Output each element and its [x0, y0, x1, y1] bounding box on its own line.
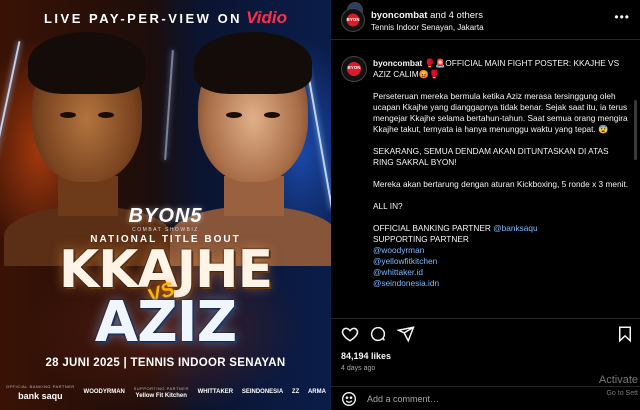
supporting-partners: SUPPORTING PARTNER Yellow Fit Kitchen [134, 386, 189, 399]
avatar-text: BYON [347, 65, 361, 70]
banking-label: OFFICIAL BANKING PARTNER [373, 223, 491, 233]
comment-input[interactable] [367, 391, 567, 407]
partner-logo: Yellow Fit Kitchen [135, 392, 187, 399]
share-icon[interactable] [396, 325, 415, 343]
fighter-eye [264, 112, 280, 118]
emoji-icon[interactable] [341, 391, 357, 407]
caption-paragraph: Mereka akan bertarung dengan aturan Kick… [373, 179, 629, 189]
bank-logo: bank saqu [18, 390, 63, 401]
post-actions: 84,194 likes 4 days ago [331, 318, 640, 386]
post-authors[interactable]: byoncombat and 4 others [371, 10, 483, 21]
fighter-eye [60, 112, 76, 118]
mention-link[interactable]: @yellowfitkitchen [373, 256, 437, 266]
caption-scrollbar[interactable] [634, 100, 637, 160]
poster-banner: LIVE PAY-PER-VIEW ON Vidio [0, 8, 331, 28]
mention-link[interactable]: @woodyrman [373, 245, 424, 255]
like-count[interactable]: 84,194 likes [341, 351, 391, 361]
caption-text: byoncombat 🥊🚨OFFICIAL MAIN FIGHT POSTER:… [373, 58, 631, 289]
partner-logo: ZZ [291, 389, 300, 395]
post-location[interactable]: Tennis Indoor Senayan, Jakarta [371, 23, 484, 32]
caption-paragraph: SEKARANG, SEMUA DENDAM AKAN DITUNTASKAN … [373, 146, 609, 167]
partner-block: OFFICIAL BANKING PARTNER @banksaqu SUPPO… [373, 223, 631, 289]
watermark-line: Activate [598, 374, 638, 386]
avatar-text: BYON [346, 17, 360, 22]
mention-link[interactable]: @seindonesia.idn [373, 278, 439, 288]
mention-link[interactable]: @whittaker.id [373, 267, 423, 277]
supporting-label: SUPPORTING PARTNER [373, 234, 469, 244]
caption-avatar[interactable]: BYON [341, 56, 367, 82]
post-image[interactable]: LIVE PAY-PER-VIEW ON Vidio BYON5 COMBAT S… [0, 0, 331, 410]
fighter-eye [226, 112, 242, 118]
account-name[interactable]: byoncombat [371, 10, 427, 21]
post-header: BYON byoncombat and 4 others Tennis Indo… [331, 0, 640, 40]
heart-icon[interactable] [341, 325, 359, 343]
banking-partner: OFFICIAL BANKING PARTNER bank saqu [6, 384, 75, 401]
fighter-hair [194, 32, 312, 94]
caption-headline: byoncombat 🥊🚨OFFICIAL MAIN FIGHT POSTER:… [373, 58, 631, 80]
partner-logo: SEINDONESIA [241, 389, 284, 395]
lightning-decoration [164, 50, 174, 160]
os-activation-watermark: Activate Go to Sett [599, 374, 638, 400]
banking-caption: OFFICIAL BANKING PARTNER [6, 383, 75, 389]
comment-bar [331, 386, 640, 410]
caption-username[interactable]: byoncombat [373, 58, 422, 68]
supporting-caption: SUPPORTING PARTNER [133, 385, 189, 391]
account-avatar[interactable]: BYON [341, 8, 365, 32]
fighter-right-portrait [170, 30, 331, 266]
partner-logo: WHITTAKER [197, 389, 234, 395]
partner-logo: ARMA [307, 389, 326, 395]
sponsor-strip: OFFICIAL BANKING PARTNER bank saqu WOODY… [6, 378, 326, 406]
bookmark-icon[interactable] [616, 325, 634, 343]
event-date-venue: 28 JUNI 2025 | TENNIS INDOOR SENAYAN [45, 357, 286, 369]
other-accounts[interactable]: and 4 others [430, 10, 483, 21]
post-time[interactable]: 4 days ago [341, 365, 375, 372]
partner-logo: WOODYRMAN [83, 389, 125, 395]
caption-paragraph: Perseteruan mereka bermula ketika Aziz m… [373, 91, 628, 134]
watermark-line: Go to Sett [606, 390, 638, 397]
banner-text: LIVE PAY-PER-VIEW ON [43, 11, 243, 26]
fighter2-name: AZIZ [94, 290, 237, 355]
caption-paragraph: ALL IN? [373, 201, 403, 211]
post-details-panel: BYON byoncombat and 4 others Tennis Indo… [331, 0, 640, 410]
caption-area: BYON byoncombat 🥊🚨OFFICIAL MAIN FIGHT PO… [331, 48, 640, 316]
fighter-left-portrait [4, 30, 172, 266]
banking-line: OFFICIAL BANKING PARTNER @banksaqu [373, 223, 631, 234]
vidio-logo: Vidio [246, 8, 288, 27]
more-horizontal-icon[interactable]: ••• [614, 10, 630, 24]
byon-logo-subtitle: COMBAT SHOWBIZ [132, 227, 199, 233]
comment-icon[interactable] [369, 325, 387, 343]
fighter-eye [98, 112, 114, 118]
mention-link[interactable]: @banksaqu [493, 223, 537, 233]
fighter-hair [28, 32, 146, 94]
byon5-logo: BYON5 [128, 205, 203, 227]
